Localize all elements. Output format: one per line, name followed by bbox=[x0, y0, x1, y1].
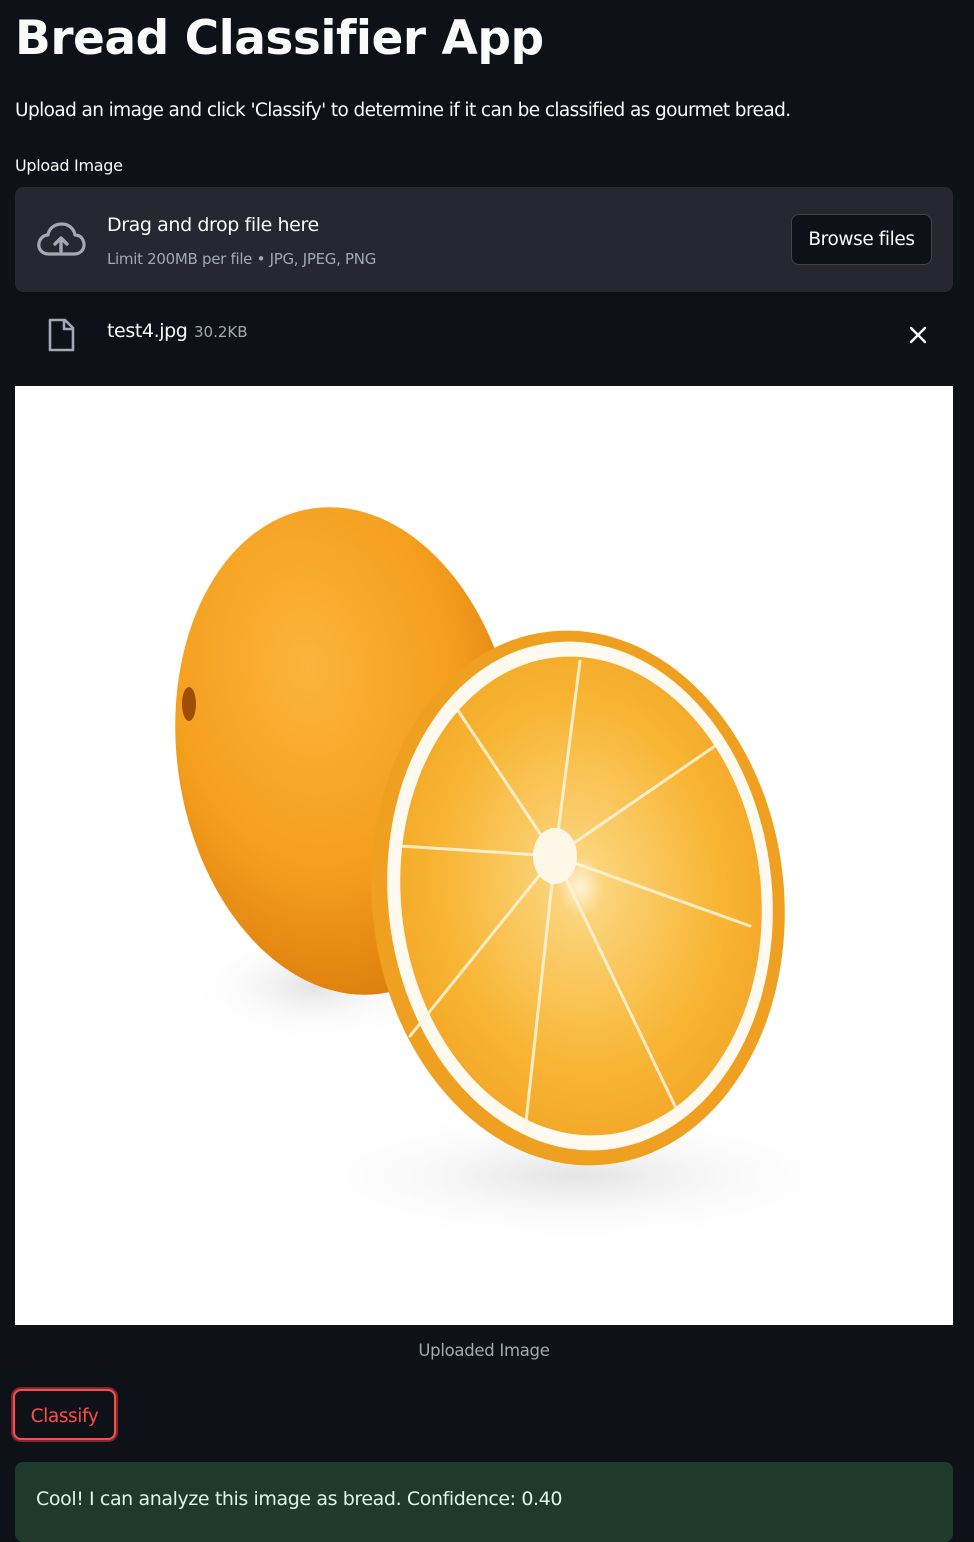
file-name: test4.jpg bbox=[107, 320, 188, 342]
uploaded-file-row: test4.jpg 30.2KB bbox=[15, 310, 953, 358]
app-description: Upload an image and click 'Classify' to … bbox=[15, 100, 791, 121]
file-icon bbox=[48, 318, 75, 352]
dropzone-limit-text: Limit 200MB per file • JPG, JPEG, PNG bbox=[107, 250, 377, 268]
classify-button[interactable]: Classify bbox=[13, 1389, 116, 1440]
dropzone-title: Drag and drop file here bbox=[107, 214, 319, 236]
file-dropzone[interactable]: Drag and drop file here Limit 200MB per … bbox=[15, 187, 953, 292]
orange-photo bbox=[175, 507, 875, 1246]
classification-result-text: Cool! I can analyze this image as bread.… bbox=[36, 1488, 563, 1510]
close-icon[interactable] bbox=[905, 322, 931, 348]
cloud-upload-icon bbox=[37, 222, 86, 256]
file-size: 30.2KB bbox=[194, 323, 248, 341]
browse-files-button[interactable]: Browse files bbox=[791, 214, 932, 265]
upload-label: Upload Image bbox=[15, 156, 123, 175]
success-alert: Cool! I can analyze this image as bread.… bbox=[15, 1462, 953, 1542]
image-caption: Uploaded Image bbox=[418, 1341, 550, 1360]
app-title: Bread Classifier App bbox=[15, 11, 544, 66]
uploaded-image bbox=[15, 386, 953, 1325]
